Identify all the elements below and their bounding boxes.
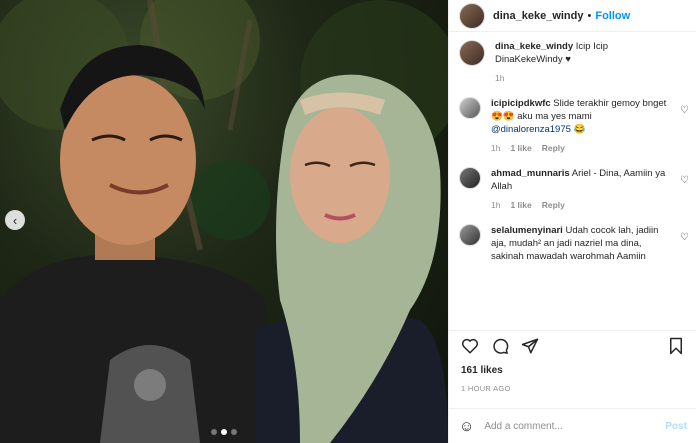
list-item: ahmad_munnaris Ariel - Dina, Aamiin ya A… — [449, 167, 696, 212]
avatar[interactable] — [459, 167, 481, 189]
reply-button[interactable]: Reply — [542, 142, 565, 155]
photo-illustration — [0, 0, 448, 443]
header-username[interactable]: dina_keke_windy — [493, 10, 584, 22]
comment-time: 1h — [491, 143, 501, 153]
comment-input[interactable] — [484, 420, 645, 432]
comment-username[interactable]: selalumenyinari — [491, 225, 563, 236]
avatar[interactable] — [459, 40, 485, 66]
heart-icon[interactable]: ♡ — [680, 175, 689, 186]
carousel-dot — [231, 429, 237, 435]
chevron-left-icon[interactable]: ‹ — [5, 210, 25, 230]
action-bar — [449, 330, 696, 358]
comment-username[interactable]: ahmad_munnaris — [491, 168, 570, 179]
like-count[interactable]: 161 likes — [461, 365, 503, 376]
caption-time: 1h — [495, 73, 505, 83]
post-timestamp: 1 HOUR AGO — [461, 384, 511, 393]
comment-likes[interactable]: 1 like — [510, 142, 531, 155]
comment-username[interactable]: icipicipdkwfc — [491, 98, 551, 109]
post-photo[interactable]: ‹ — [0, 0, 448, 443]
post-side-panel: dina_keke_windy • Follow dina_keke_windy… — [448, 0, 696, 443]
avatar[interactable] — [459, 97, 481, 119]
heart-icon[interactable]: ♡ — [680, 105, 689, 116]
carousel-dots — [0, 429, 448, 435]
heart-icon[interactable]: ♡ — [680, 232, 689, 243]
reply-button[interactable]: Reply — [542, 199, 565, 212]
comment-likes[interactable]: 1 like — [510, 199, 531, 212]
list-item: icipicipdkwfc Slide terakhir gemoy bnget… — [449, 97, 696, 155]
comment-text-after: 😂 — [570, 124, 586, 135]
comment-mention[interactable]: @dinalorenza1975 — [491, 124, 571, 135]
post-header: dina_keke_windy • Follow — [449, 0, 696, 32]
header-separator: • — [587, 9, 592, 22]
share-icon[interactable] — [519, 335, 541, 357]
caption: dina_keke_windy Icip Icip DinaKekeWindy … — [449, 40, 696, 85]
post-button[interactable]: Post — [665, 421, 687, 432]
follow-button[interactable]: Follow — [595, 10, 630, 22]
avatar[interactable] — [459, 224, 481, 246]
caption-username[interactable]: dina_keke_windy — [495, 41, 573, 52]
carousel-dot — [211, 429, 217, 435]
comments-list[interactable]: dina_keke_windy Icip Icip DinaKekeWindy … — [449, 40, 696, 324]
bookmark-icon[interactable] — [665, 335, 687, 357]
emoji-icon[interactable]: ☺ — [459, 418, 474, 435]
list-item: selalumenyinari Udah cocok lah, jadiin a… — [449, 224, 696, 263]
avatar[interactable] — [459, 2, 485, 29]
add-comment-bar: ☺ Post — [449, 408, 696, 443]
carousel-dot-active — [221, 429, 227, 435]
comment-icon[interactable] — [489, 335, 511, 357]
heart-icon[interactable] — [459, 335, 481, 357]
comment-time: 1h — [491, 200, 501, 210]
